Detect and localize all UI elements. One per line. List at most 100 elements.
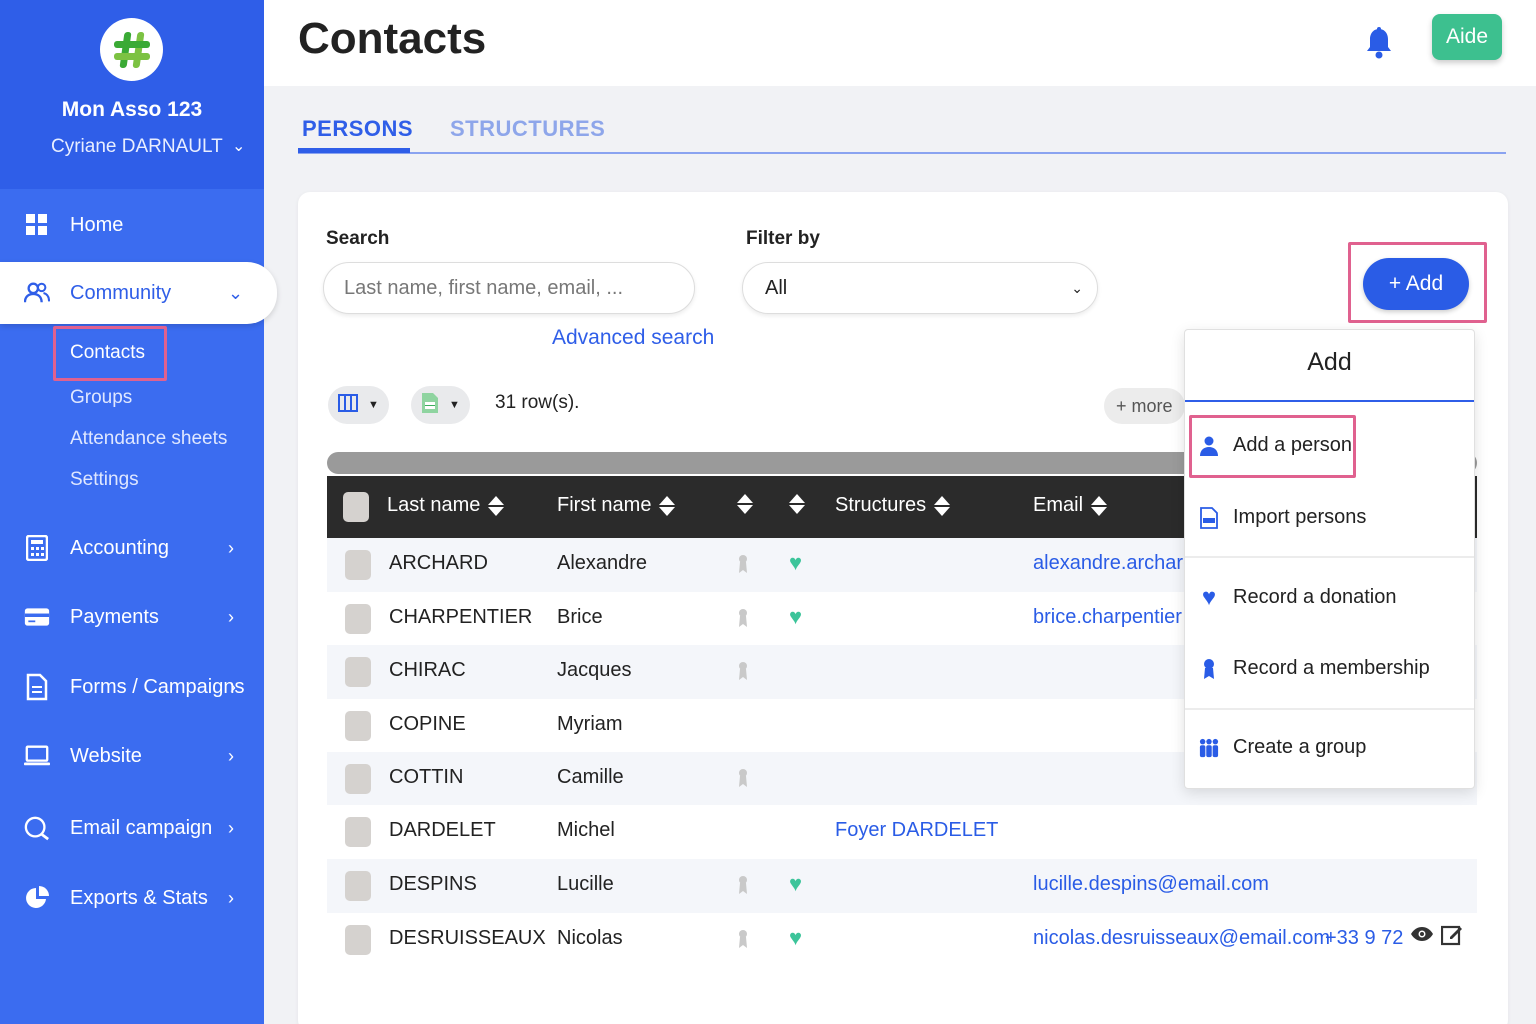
header-structures[interactable]: Structures <box>835 494 951 517</box>
header-membership[interactable] <box>737 494 753 514</box>
nav-label: Email campaign <box>70 816 213 839</box>
nav-community[interactable]: Community ⌄ <box>0 262 277 324</box>
filter-select[interactable]: All ⌄ <box>742 262 1098 314</box>
menu-item-record-membership[interactable]: Record a membership <box>1199 657 1430 680</box>
menu-item-create-group[interactable]: Create a group <box>1199 736 1366 759</box>
advanced-search-link[interactable]: Advanced search <box>552 326 714 350</box>
search-input[interactable] <box>323 262 695 314</box>
chevron-right-icon: › <box>230 676 236 697</box>
users-icon <box>24 280 50 306</box>
menu-item-label: Create a group <box>1233 736 1367 758</box>
user-name[interactable]: Cyriane DARNAULT <box>51 136 223 158</box>
sub-item-settings[interactable]: Settings <box>70 469 139 491</box>
filter-value: All <box>765 276 788 299</box>
chevron-right-icon: › <box>228 537 234 558</box>
sub-item-contacts[interactable]: Contacts <box>70 342 145 364</box>
more-button[interactable]: + more <box>1104 388 1185 424</box>
caret-down-icon: ▼ <box>368 399 379 411</box>
sort-icon <box>737 494 753 514</box>
table-row[interactable]: DESPINS Lucille lucille.despins@email.com ♥ <box>327 859 1477 913</box>
header-last-name[interactable]: Last name <box>387 494 505 517</box>
chevron-right-icon: › <box>228 887 234 908</box>
cell-email[interactable]: alexandre.archard <box>1033 552 1194 575</box>
nav-label: Community <box>70 281 172 304</box>
nav-label: Forms / Campaigns <box>70 675 245 698</box>
menu-item-import-persons[interactable]: Import persons <box>1199 506 1366 529</box>
menu-item-label: Import persons <box>1233 506 1367 528</box>
hash-logo-icon <box>112 30 152 70</box>
nav-website[interactable]: Website › <box>0 728 264 784</box>
nav-home[interactable]: Home <box>0 197 264 253</box>
cell-first-name: Jacques <box>557 659 632 681</box>
nav-exports-stats[interactable]: Exports & Stats › <box>0 870 264 926</box>
select-all-checkbox[interactable] <box>343 492 369 522</box>
row-checkbox[interactable] <box>345 657 371 687</box>
row-checkbox[interactable] <box>345 817 371 847</box>
spreadsheet-icon <box>421 392 439 419</box>
calculator-icon <box>24 535 50 561</box>
cell-email[interactable]: lucille.despins@email.com <box>1033 873 1269 896</box>
bell-icon[interactable] <box>1364 26 1394 60</box>
row-checkbox[interactable] <box>345 604 371 634</box>
cell-first-name: Lucille <box>557 873 614 895</box>
sub-item-attendance-sheets[interactable]: Attendance sheets <box>70 428 227 450</box>
columns-button[interactable]: ▼ <box>328 386 389 424</box>
chevron-right-icon: › <box>228 745 234 766</box>
laptop-icon <box>24 743 50 769</box>
cell-first-name: Nicolas <box>557 927 623 949</box>
cell-first-name: Camille <box>557 766 624 788</box>
membership-ribbon-icon <box>738 661 748 681</box>
org-logo[interactable] <box>100 18 163 81</box>
header-label: Structures <box>835 494 927 516</box>
membership-ribbon-icon <box>738 554 748 574</box>
row-checkbox[interactable] <box>345 764 371 794</box>
menu-item-record-donation[interactable]: ♥ Record a donation <box>1199 584 1397 611</box>
grid-icon <box>24 212 50 238</box>
nav-label: Website <box>70 744 142 767</box>
cell-email[interactable]: nicolas.desruisseaux@email.com <box>1033 927 1330 950</box>
group-icon <box>1199 737 1219 759</box>
page-header: Contacts Aide <box>264 0 1536 86</box>
cell-phone[interactable]: +33 9 72 <box>1325 927 1403 950</box>
row-checkbox[interactable] <box>345 925 371 955</box>
table-row[interactable]: DARDELET Michel Foyer DARDELET <box>327 805 1477 859</box>
document-icon <box>24 673 50 701</box>
nav-accounting[interactable]: Accounting › <box>0 520 264 576</box>
help-button[interactable]: Aide <box>1432 14 1502 60</box>
row-checkbox[interactable] <box>345 550 371 580</box>
membership-ribbon-icon <box>738 768 748 788</box>
row-checkbox[interactable] <box>345 871 371 901</box>
sort-icon <box>488 495 505 516</box>
cell-email[interactable]: brice.charpentier <box>1033 606 1182 629</box>
nav-label: Accounting <box>70 536 169 559</box>
edit-icon[interactable] <box>1440 924 1463 951</box>
membership-ribbon-icon <box>738 875 748 895</box>
sidebar-header: Mon Asso 123 Cyriane DARNAULT ⌄ <box>0 0 264 189</box>
nav-email-campaign[interactable]: Email campaign › <box>0 800 264 856</box>
nav-label: Home <box>70 213 124 236</box>
menu-item-add-person[interactable]: Add a person <box>1199 434 1352 457</box>
ribbon-icon <box>1199 658 1219 680</box>
nav-payments[interactable]: Payments › <box>0 589 264 645</box>
header-donation[interactable] <box>789 494 805 514</box>
nav-forms-campaigns[interactable]: Forms / Campaigns › <box>0 659 264 715</box>
donation-heart-icon: ♥ <box>789 871 803 896</box>
cell-structure[interactable]: Foyer DARDELET <box>835 819 998 842</box>
header-email[interactable]: Email <box>1033 494 1108 517</box>
header-first-name[interactable]: First name <box>557 494 676 517</box>
tab-structures[interactable]: STRUCTURES <box>450 116 605 142</box>
nav-label: Exports & Stats <box>70 886 208 909</box>
row-checkbox[interactable] <box>345 711 371 741</box>
sub-item-groups[interactable]: Groups <box>70 387 132 409</box>
row-count: 31 row(s). <box>495 392 580 413</box>
dropdown-divider <box>1185 708 1474 710</box>
eye-icon[interactable] <box>1410 926 1434 947</box>
add-button[interactable]: + Add <box>1363 258 1469 310</box>
dropdown-divider <box>1185 556 1474 558</box>
table-row[interactable]: DESRUISSEAUX Nicolas nicolas.desruisseaux@… <box>327 913 1477 969</box>
membership-ribbon-icon <box>738 608 748 628</box>
export-button[interactable]: ▼ <box>411 386 470 424</box>
chevron-down-icon[interactable]: ⌄ <box>232 136 245 156</box>
org-name: Mon Asso 123 <box>61 98 203 121</box>
tab-persons[interactable]: PERSONS <box>302 116 413 142</box>
